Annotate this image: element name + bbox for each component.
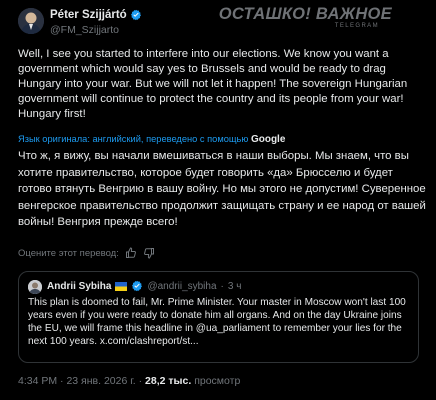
quote-verified-badge-icon bbox=[132, 280, 143, 292]
google-logo: Google bbox=[250, 134, 286, 145]
tweet-time[interactable]: 4:34 PM bbox=[18, 375, 57, 387]
watermark-title: ОСТАШКО! ВАЖНОЕ bbox=[218, 5, 392, 23]
quote-author-name[interactable]: Andrii Sybiha bbox=[47, 281, 111, 292]
author-name-text[interactable]: Péter Szijjártó bbox=[50, 9, 127, 21]
tweet-meta: 4:34 PM · 23 янв. 2026 г. · 28,2 тыс. пр… bbox=[18, 375, 240, 387]
quote-separator: · bbox=[220, 280, 224, 292]
verified-badge-icon bbox=[130, 9, 141, 21]
translation-note-text[interactable]: Язык оригинала: английский, переведено с… bbox=[18, 134, 248, 144]
tweet-text: Well, I see you started to interfere int… bbox=[18, 48, 408, 120]
thumbs-up-icon[interactable] bbox=[125, 247, 137, 259]
thumbs-down-icon[interactable] bbox=[143, 247, 155, 259]
quoted-tweet[interactable]: Andrii Sybiha @andrii_sybiha · 3 ч This … bbox=[18, 271, 419, 363]
quote-author-avatar[interactable] bbox=[28, 280, 42, 294]
meta-separator-2: · bbox=[138, 375, 143, 387]
author-handle[interactable]: @FM_Szijjarto bbox=[50, 24, 119, 36]
rate-translation-label: Оцените этот перевод: bbox=[18, 247, 119, 259]
meta-separator-1: · bbox=[60, 375, 64, 387]
quote-header: Andrii Sybiha @andrii_sybiha · 3 ч bbox=[47, 280, 241, 292]
quote-author-handle[interactable]: @andrii_sybiha bbox=[147, 281, 216, 292]
author-name[interactable]: Péter Szijjártó bbox=[50, 9, 142, 21]
tweet-detail: Péter Szijjártó @FM_Szijjarto ОСТАШКО! В… bbox=[0, 0, 436, 400]
author-avatar[interactable] bbox=[18, 8, 44, 34]
views-label: просмотр bbox=[194, 375, 241, 387]
rate-translation: Оцените этот перевод: bbox=[18, 247, 155, 259]
watermark-subtitle: TELEGRAM bbox=[334, 23, 379, 29]
views-count: 28,2 тыс. bbox=[145, 375, 192, 387]
tweet-date[interactable]: 23 янв. 2026 г. bbox=[66, 375, 135, 387]
quote-text: This plan is doomed to fail, Mr. Prime M… bbox=[28, 297, 406, 347]
translation-note[interactable]: Язык оригинала: английский, переведено с… bbox=[18, 134, 428, 145]
tweet-translated-text: Что ж, я вижу, вы начали вмешиваться в н… bbox=[18, 150, 426, 229]
ukraine-flag-icon bbox=[115, 281, 128, 291]
quote-timestamp[interactable]: 3 ч bbox=[228, 281, 242, 292]
